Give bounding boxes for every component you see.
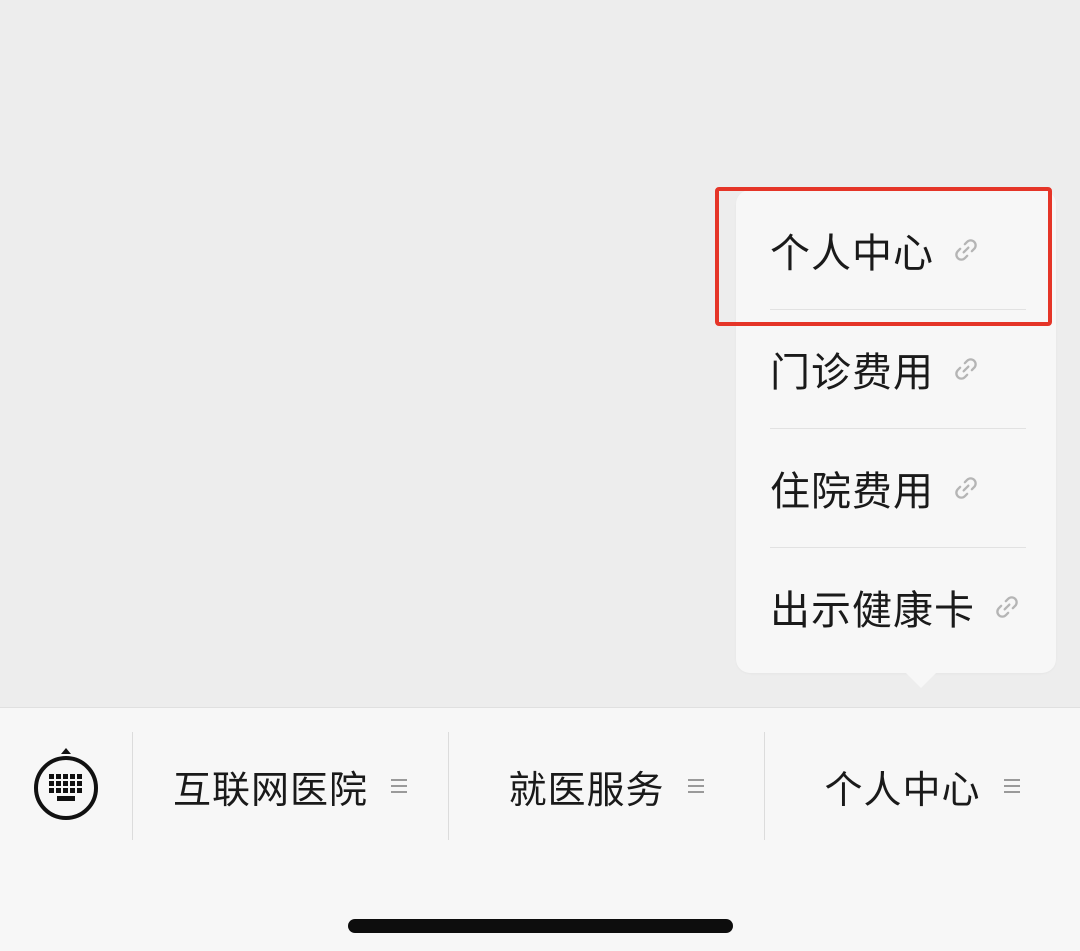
keyboard-icon[interactable] [33,746,99,826]
menu-lines-icon [391,779,407,793]
submenu-item-label: 门诊费用 [770,349,934,396]
popup-arrow [905,672,937,688]
menu-bar-item-internet-hospital[interactable]: 互联网医院 [133,732,448,840]
submenu-item-outpatient-fees[interactable]: 门诊费用 [770,309,1026,428]
menu-bar-item-label: 就医服务 [508,767,665,812]
submenu-item-label: 出示健康卡 [770,587,975,634]
menu-lines-icon [687,779,704,793]
link-icon [955,238,977,261]
submenu-item-inpatient-fees[interactable]: 住院费用 [770,428,1026,547]
home-indicator[interactable] [348,919,733,933]
link-icon [996,595,1018,618]
menu-lines-icon [1003,779,1020,793]
link-icon [955,357,977,380]
menu-bar-item-personal-center[interactable]: 个人中心 [765,732,1080,840]
menu-bar-item-label: 互联网医院 [172,767,368,812]
bottom-menu-bar: 互联网医院 就医服务 个人中心 [0,707,1080,951]
submenu-item-personal-center[interactable]: 个人中心 [770,190,1026,309]
menu-bar-item-medical-services[interactable]: 就医服务 [449,732,764,840]
menu-bar-item-label: 个人中心 [824,767,981,812]
submenu-item-label: 住院费用 [770,468,934,515]
submenu-popup: 个人中心 门诊费用 住院费用 出示健康卡 [736,190,1056,673]
submenu-item-show-health-card[interactable]: 出示健康卡 [770,547,1026,666]
submenu-item-label: 个人中心 [770,230,934,277]
link-icon [955,476,977,499]
